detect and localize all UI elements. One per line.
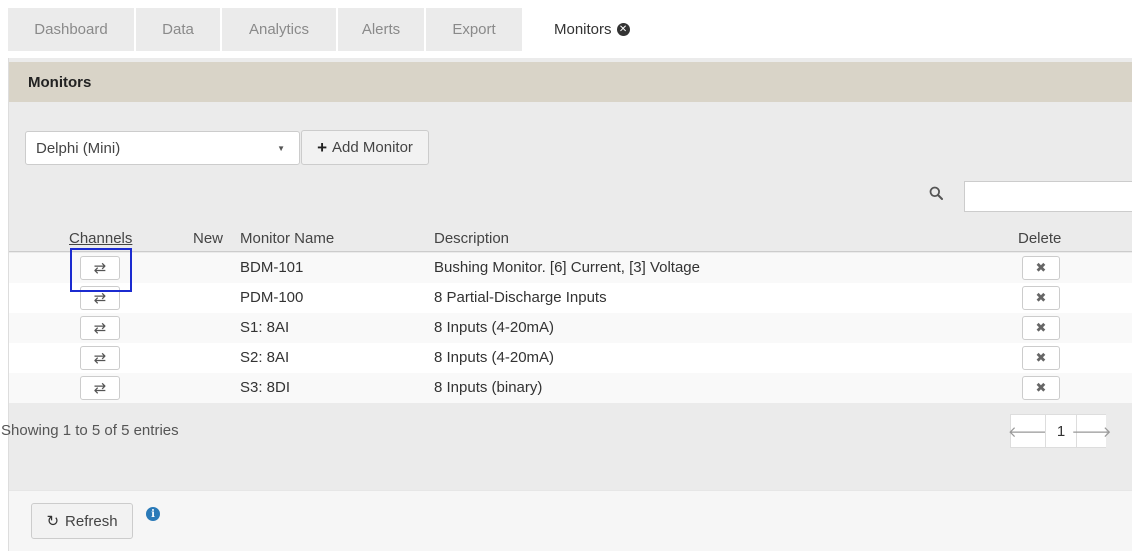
monitor-description: 8 Inputs (binary) xyxy=(434,379,543,396)
table-row[interactable]: ⇄ S2: 8AI 8 Inputs (4-20mA) ✖ xyxy=(9,343,1132,373)
tab-label: Monitors xyxy=(554,21,612,38)
monitors-panel: Monitors Delphi (Mini) ▼ + Add Monitor C… xyxy=(1,58,1132,551)
add-monitor-label: Add Monitor xyxy=(332,139,413,156)
column-header-monitor-name[interactable]: Monitor Name xyxy=(240,230,334,247)
tab-label: Dashboard xyxy=(34,21,108,38)
refresh-button[interactable]: ↻ Refresh xyxy=(31,503,133,539)
monitor-name: S3: 8DI xyxy=(240,379,291,396)
column-header-new[interactable]: New xyxy=(193,230,223,247)
entries-info: Showing 1 to 5 of 5 entries xyxy=(1,422,179,439)
tab-alerts[interactable]: Alerts xyxy=(338,8,424,51)
refresh-icon: ↻ xyxy=(46,513,60,530)
table-row[interactable]: ⇄ S3: 8DI 8 Inputs (binary) ✖ xyxy=(9,373,1132,403)
swap-arrows-icon: ⇄ xyxy=(93,380,107,397)
channels-button[interactable]: ⇄ xyxy=(80,376,120,400)
previous-page-button[interactable]: 🡐 xyxy=(1007,414,1049,448)
tab-analytics[interactable]: Analytics xyxy=(222,8,336,51)
monitor-name: PDM-100 xyxy=(240,289,304,306)
column-header-delete: Delete xyxy=(1018,230,1062,247)
tab-data[interactable]: Data xyxy=(136,8,220,51)
delete-button[interactable]: ✖ xyxy=(1022,286,1060,310)
next-page-button[interactable]: 🡒 xyxy=(1071,414,1112,448)
panel-footer: ↻ Refresh i xyxy=(9,490,1132,551)
channels-button[interactable]: ⇄ xyxy=(80,346,120,370)
tab-dashboard[interactable]: Dashboard xyxy=(8,8,134,51)
times-icon: ✖ xyxy=(1035,380,1047,395)
channels-button[interactable]: ⇄ xyxy=(80,286,120,310)
plus-icon: + xyxy=(317,137,328,157)
page-number: 1 xyxy=(1056,422,1066,440)
monitor-name: S1: 8AI xyxy=(240,319,290,336)
tab-bar: Dashboard Data Analytics Alerts Export M… xyxy=(8,8,1132,51)
monitor-name: BDM-101 xyxy=(240,259,304,276)
arrow-left-icon: 🡐 xyxy=(1007,423,1049,441)
column-header-description[interactable]: Description xyxy=(434,230,509,247)
refresh-label: Refresh xyxy=(65,512,118,530)
info-circle-icon[interactable]: i xyxy=(146,507,160,521)
tab-label: Alerts xyxy=(361,21,401,38)
monitor-name: S2: 8AI xyxy=(240,349,290,366)
channels-button[interactable]: ⇄ xyxy=(80,316,120,340)
monitor-description: 8 Inputs (4-20mA) xyxy=(434,349,555,366)
search-input[interactable] xyxy=(964,181,1132,212)
swap-arrows-icon: ⇄ xyxy=(93,320,107,337)
swap-arrows-icon: ⇄ xyxy=(93,350,107,367)
times-icon: ✖ xyxy=(1035,350,1047,365)
monitor-description: Bushing Monitor. [6] Current, [3] Voltag… xyxy=(434,259,700,276)
times-icon: ✖ xyxy=(1035,320,1047,335)
monitor-type-select[interactable]: Delphi (Mini) ▼ xyxy=(25,131,300,165)
swap-arrows-icon: ⇄ xyxy=(93,260,107,277)
pagination: 🡐 1 🡒 xyxy=(1007,414,1112,448)
times-icon: ✖ xyxy=(1035,290,1047,305)
delete-button[interactable]: ✖ xyxy=(1022,346,1060,370)
swap-arrows-icon: ⇄ xyxy=(93,290,107,307)
table-row[interactable]: ⇄ BDM-101 Bushing Monitor. [6] Current, … xyxy=(9,253,1132,283)
delete-button[interactable]: ✖ xyxy=(1022,256,1060,280)
channels-button[interactable]: ⇄ xyxy=(80,256,120,280)
close-circle-icon[interactable]: ✕ xyxy=(616,23,630,36)
column-header-channels[interactable]: Channels xyxy=(69,230,132,247)
search-icon xyxy=(929,186,943,200)
table-header: Channels New Monitor Name Description De… xyxy=(9,226,1132,252)
table-row[interactable]: ⇄ PDM-100 8 Partial-Discharge Inputs ✖ xyxy=(9,283,1132,313)
monitor-description: 8 Inputs (4-20mA) xyxy=(434,319,555,336)
table-row[interactable]: ⇄ S1: 8AI 8 Inputs (4-20mA) ✖ xyxy=(9,313,1132,343)
tab-monitors[interactable]: Monitors ✕ xyxy=(524,8,664,51)
tab-label: Data xyxy=(162,21,194,38)
times-icon: ✖ xyxy=(1035,260,1047,275)
tab-export[interactable]: Export xyxy=(426,8,522,51)
caret-down-icon: ▼ xyxy=(277,144,285,153)
tab-label: Analytics xyxy=(248,21,310,38)
arrow-right-icon: 🡒 xyxy=(1071,423,1112,441)
monitor-type-value: Delphi (Mini) xyxy=(36,139,121,157)
delete-button[interactable]: ✖ xyxy=(1022,376,1060,400)
monitor-description: 8 Partial-Discharge Inputs xyxy=(434,289,607,306)
tab-label: Export xyxy=(452,21,496,38)
panel-title: Monitors xyxy=(9,62,1132,102)
delete-button[interactable]: ✖ xyxy=(1022,316,1060,340)
add-monitor-button[interactable]: + Add Monitor xyxy=(301,130,429,165)
